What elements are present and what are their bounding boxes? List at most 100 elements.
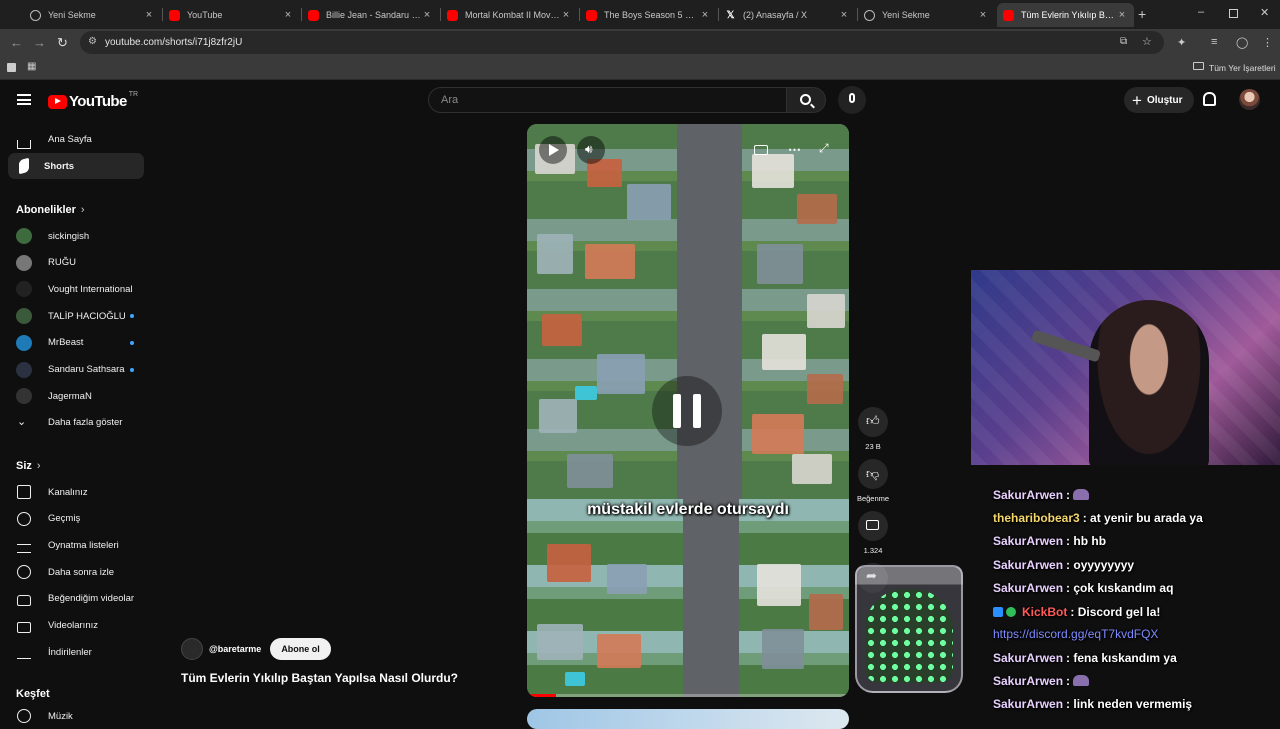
hamburger-menu-icon[interactable] xyxy=(17,94,31,105)
channel-avatar[interactable] xyxy=(181,638,203,660)
play-button[interactable] xyxy=(539,136,567,164)
close-tab-icon[interactable]: × xyxy=(838,9,850,21)
site-info-icon[interactable]: ⚙ xyxy=(88,36,97,47)
channel-name[interactable]: @baretarme xyxy=(209,644,261,654)
apps-grid-icon[interactable]: ▦ xyxy=(27,61,36,72)
chat-message: theharibobear3: at yenir bu arada ya xyxy=(993,511,1203,525)
sidebar-item[interactable]: Beğendiğim videolar xyxy=(8,586,144,612)
voice-search-button[interactable] xyxy=(838,86,866,114)
subscription-item[interactable]: Sandaru Sathsara xyxy=(8,357,144,383)
rooftop xyxy=(567,454,613,488)
rooftop xyxy=(809,594,843,630)
progress-bar[interactable] xyxy=(527,694,849,697)
new-tab-button[interactable]: + xyxy=(1138,6,1146,22)
subscription-label: TALİP HACIOĞLU xyxy=(48,310,126,322)
sidebar-item[interactable]: Geçmiş xyxy=(8,506,144,532)
browser-tab[interactable]: Billie Jean - Sandaru Sathsara× xyxy=(302,3,439,27)
show-more-button[interactable]: ⌄ Daha fazla göster xyxy=(8,409,144,435)
subscription-item[interactable]: JagermaN xyxy=(8,383,144,409)
subscription-item[interactable]: Vought International xyxy=(8,276,144,302)
browser-tab[interactable]: Mortal Kombat II Movie Clip× xyxy=(441,3,578,27)
install-app-icon[interactable]: ⧉ xyxy=(1120,36,1127,47)
like-button[interactable]: 👍︎ xyxy=(858,407,888,437)
profile-icon[interactable]: ◯ xyxy=(1236,36,1248,49)
heading-label: Siz xyxy=(16,460,32,472)
bookmark-star-icon[interactable]: ☆ xyxy=(1142,35,1152,48)
swimming-pool xyxy=(575,386,597,400)
chevron-right-icon: › xyxy=(80,204,85,216)
sidebar-item[interactable]: Shorts xyxy=(8,153,144,179)
channel-avatar xyxy=(16,334,32,351)
account-avatar[interactable] xyxy=(1239,89,1260,110)
create-button[interactable]: + Oluştur xyxy=(1124,87,1194,113)
fullscreen-icon[interactable]: ⤢ xyxy=(819,141,829,156)
media-control-icon[interactable]: ≡ xyxy=(1211,36,1217,48)
browser-tab[interactable]: 𝕏 (2) Anasayfa / X × xyxy=(719,3,856,27)
chat-message: SakurArwen: fena kıskandım ya xyxy=(993,651,1177,665)
search-button[interactable] xyxy=(787,87,826,113)
x-icon: 𝕏 xyxy=(726,9,735,21)
dislike-button[interactable]: 👎︎ xyxy=(858,459,888,489)
subscription-item[interactable]: RUĞU xyxy=(8,250,144,276)
youtube-logo[interactable]: YouTube TR xyxy=(48,91,138,110)
search-input[interactable]: Ara xyxy=(428,87,787,113)
youtube-icon xyxy=(1003,9,1014,21)
comments-button[interactable] xyxy=(858,511,888,541)
minimize-button[interactable]: – xyxy=(1198,6,1204,18)
browser-tab[interactable]: Yeni Sekme × xyxy=(24,3,161,27)
short-video-player[interactable]: müstakil evlerde otursaydı 🔊︎ ⋯ ⤢ xyxy=(527,124,849,697)
tab-search-icon[interactable] xyxy=(7,63,16,72)
tab-title: Yeni Sekme xyxy=(882,10,930,20)
globe-icon xyxy=(30,9,41,21)
extensions-icon[interactable]: ✦ xyxy=(1177,36,1186,49)
more-options-icon[interactable]: ⋯ xyxy=(788,142,801,158)
chat-separator: : xyxy=(1070,605,1078,619)
sidebar-item[interactable]: Videolarınız xyxy=(8,613,144,639)
chat-link[interactable]: https://discord.gg/eqT7kvdFQX xyxy=(993,627,1158,641)
maximize-button[interactable] xyxy=(1229,9,1238,18)
back-icon[interactable]: ← xyxy=(10,35,23,50)
close-tab-icon[interactable]: × xyxy=(282,9,294,21)
sidebar-item[interactable]: Daha sonra izle xyxy=(8,559,144,585)
sidebar-item[interactable]: Kanalınız xyxy=(8,479,144,505)
notifications-bell-icon[interactable] xyxy=(1203,92,1216,106)
browser-tab[interactable]: YouTube × xyxy=(163,3,300,27)
liked-icon xyxy=(17,595,31,607)
sidebar-item[interactable]: İndirilenler xyxy=(8,639,144,665)
sidebar-item[interactable]: Müzik xyxy=(8,703,144,729)
browser-tab[interactable]: Tüm Evlerin Yıkılıp Baştan× xyxy=(997,3,1134,27)
address-bar[interactable]: ⚙ youtube.com/shorts/i71j8zfr2jU ⧉ ☆ xyxy=(80,31,1164,54)
close-tab-icon[interactable]: × xyxy=(143,9,155,21)
streamer-webcam xyxy=(971,270,1280,465)
you-heading[interactable]: Siz › xyxy=(16,460,41,472)
browser-toolbar: ← → ↻ ⚙ youtube.com/shorts/i71j8zfr2jU ⧉… xyxy=(0,29,1280,56)
close-tab-icon[interactable]: × xyxy=(421,9,433,21)
chat-separator: : xyxy=(1082,511,1091,525)
captions-icon[interactable] xyxy=(754,145,768,155)
pause-icon[interactable] xyxy=(652,376,722,446)
subscription-item[interactable]: MrBeast xyxy=(8,330,144,356)
all-bookmarks-link[interactable]: Tüm Yer İşaretleri xyxy=(1209,63,1276,73)
browser-menu-icon[interactable]: ⋮ xyxy=(1262,36,1273,49)
close-tab-icon[interactable]: × xyxy=(977,9,989,21)
subscribe-button[interactable]: Abone ol xyxy=(270,638,331,660)
sidebar-item[interactable]: Ana Sayfa xyxy=(8,126,144,152)
volume-button[interactable]: 🔊︎ xyxy=(577,136,605,164)
close-tab-icon[interactable]: × xyxy=(560,9,572,21)
volume-icon: 🔊︎ xyxy=(585,142,593,156)
next-short-preview[interactable] xyxy=(527,709,849,729)
subscription-item[interactable]: TALİP HACIOĞLU xyxy=(8,303,144,329)
forward-icon[interactable]: → xyxy=(33,35,46,50)
folder-icon xyxy=(1193,62,1204,70)
browser-tab[interactable]: The Boys Season 5 Episode× xyxy=(580,3,717,27)
browser-tab-bar: Yeni Sekme × YouTube × Billie Jean - Sandaru… xyxy=(0,0,1280,29)
sidebar-item[interactable]: Oynatma listeleri xyxy=(8,532,144,558)
close-tab-icon[interactable]: × xyxy=(699,9,711,21)
subscriptions-heading[interactable]: Abonelikler › xyxy=(16,204,85,216)
close-tab-icon[interactable]: × xyxy=(1116,9,1128,21)
sidebar-item-label: Oynatma listeleri xyxy=(48,539,119,551)
reload-icon[interactable]: ↻ xyxy=(57,35,68,51)
browser-tab[interactable]: Yeni Sekme × xyxy=(858,3,995,27)
close-window-button[interactable]: ✕ xyxy=(1260,6,1269,19)
subscription-item[interactable]: sickingish xyxy=(8,223,144,249)
